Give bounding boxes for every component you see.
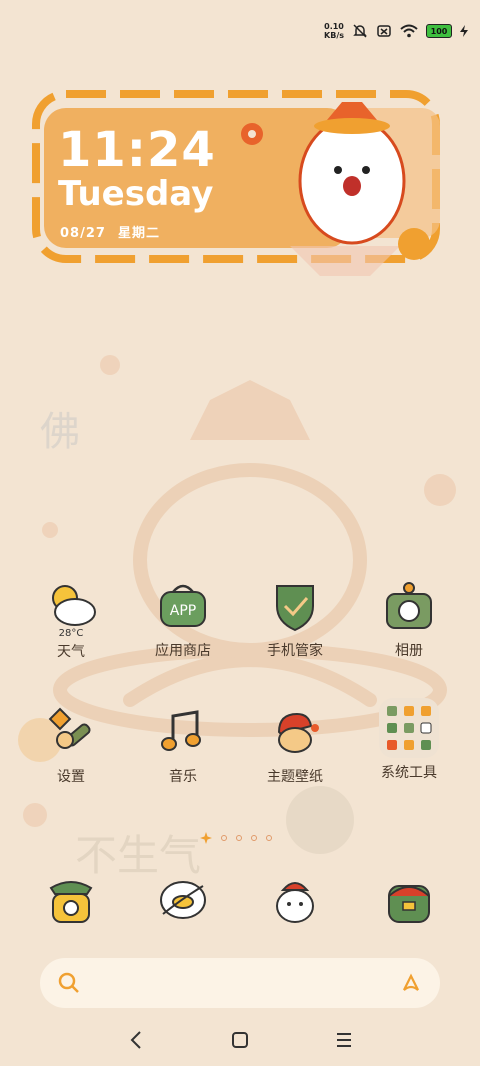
battery-icon: 100: [426, 24, 452, 38]
search-bar[interactable]: [40, 958, 440, 1008]
weather-temperature: 28°C: [58, 628, 84, 639]
themes-icon: [277, 712, 319, 753]
app-themes[interactable]: 主题壁纸: [240, 704, 350, 786]
app-label: 设置: [57, 769, 85, 785]
app-label: 音乐: [169, 769, 197, 785]
date-weekday: 星期二: [117, 226, 160, 241]
sim-off-icon: [377, 25, 391, 37]
dock-messages[interactable]: [128, 872, 238, 928]
clock-time: 11:24: [58, 122, 216, 178]
app-gallery[interactable]: 相册: [354, 578, 464, 660]
dock-phone[interactable]: [16, 872, 126, 928]
app-music[interactable]: 音乐: [128, 704, 238, 786]
svg-text:佛: 佛: [40, 409, 80, 455]
app-label: 应用商店: [155, 643, 211, 659]
tools-folder-icon: [379, 698, 439, 758]
page-dot[interactable]: [236, 835, 242, 841]
app-app-store[interactable]: APP 应用商店: [128, 578, 238, 660]
app-tools-folder[interactable]: 系统工具: [354, 696, 464, 782]
page-dot[interactable]: [251, 835, 257, 841]
wifi-icon: [400, 24, 418, 38]
settings-icon: [48, 707, 91, 749]
assistant-icon[interactable]: [400, 972, 422, 994]
app-label: 系统工具: [381, 765, 437, 781]
recents-icon[interactable]: [334, 1030, 354, 1050]
bell-muted-icon: [353, 24, 367, 38]
app-label: 相册: [395, 643, 423, 659]
home-icon[interactable]: [230, 1030, 250, 1050]
app-weather[interactable]: 28°C 天气: [16, 578, 126, 661]
navigation-bar: [0, 1028, 480, 1052]
current-page-indicator: [200, 832, 212, 844]
page-dot[interactable]: [221, 835, 227, 841]
dock-wallet[interactable]: [354, 872, 464, 928]
network-speed: 0.10 KB/s: [324, 22, 344, 40]
app-store-badge: APP: [170, 603, 196, 619]
page-indicator: [200, 832, 272, 844]
clock-day: Tuesday: [58, 174, 214, 214]
date-numeric: 08/27: [60, 226, 106, 241]
app-security[interactable]: 手机管家: [240, 578, 350, 660]
app-settings[interactable]: 设置: [16, 704, 126, 786]
app-store-icon: APP: [160, 584, 206, 627]
messages-icon: [160, 881, 206, 919]
app-label: 手机管家: [267, 643, 323, 659]
charging-icon: [460, 25, 468, 37]
gallery-icon: [386, 582, 432, 629]
clock-date: 08/27 星期二: [60, 222, 160, 241]
security-icon: [276, 585, 314, 632]
app-label: 天气: [57, 644, 85, 660]
page-dot[interactable]: [266, 835, 272, 841]
wallet-icon: [388, 885, 430, 923]
phone-icon: [49, 881, 93, 923]
dock-browser[interactable]: [240, 872, 350, 928]
status-bar: 0.10 KB/s 100: [324, 22, 468, 40]
app-label: 主题壁纸: [267, 769, 323, 785]
browser-icon: [276, 882, 314, 923]
weather-icon: [52, 585, 96, 626]
back-icon[interactable]: [128, 1030, 144, 1050]
search-icon: [58, 972, 79, 993]
music-icon: [161, 710, 201, 751]
